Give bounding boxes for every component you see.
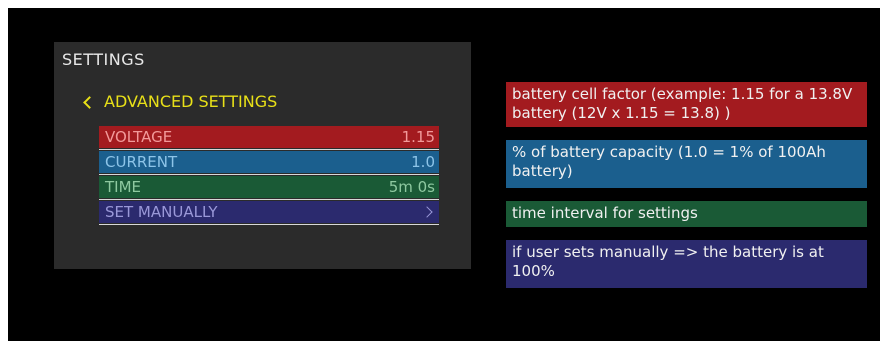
- note-manual: if user sets manually => the battery is …: [506, 240, 867, 288]
- row-value: 5m 0s: [388, 178, 435, 196]
- back-label: ADVANCED SETTINGS: [104, 92, 278, 111]
- back-button[interactable]: ADVANCED SETTINGS: [83, 92, 278, 111]
- note-current: % of battery capacity (1.0 = 1% of 100Ah…: [506, 140, 867, 188]
- settings-row-voltage[interactable]: VOLTAGE 1.15: [99, 126, 439, 150]
- settings-row-current[interactable]: CURRENT 1.0: [99, 151, 439, 175]
- row-value: 1.15: [401, 128, 435, 146]
- settings-list: VOLTAGE 1.15 CURRENT 1.0 TIME 5m 0s SET …: [99, 126, 439, 226]
- settings-row-set-manually[interactable]: SET MANUALLY: [99, 201, 439, 225]
- row-label: SET MANUALLY: [105, 203, 218, 221]
- settings-panel: SETTINGS ADVANCED SETTINGS VOLTAGE 1.15 …: [54, 42, 471, 269]
- screen-canvas: SETTINGS ADVANCED SETTINGS VOLTAGE 1.15 …: [8, 8, 880, 341]
- row-label: VOLTAGE: [105, 128, 173, 146]
- note-time: time interval for settings: [506, 201, 867, 227]
- settings-row-time[interactable]: TIME 5m 0s: [99, 176, 439, 200]
- row-value: 1.0: [411, 153, 435, 171]
- page-title: SETTINGS: [62, 50, 145, 69]
- chevron-right-icon: [421, 206, 433, 218]
- row-label: CURRENT: [105, 153, 178, 171]
- chevron-left-icon: [83, 95, 96, 109]
- row-label: TIME: [105, 178, 142, 196]
- note-voltage: battery cell factor (example: 1.15 for a…: [506, 82, 867, 127]
